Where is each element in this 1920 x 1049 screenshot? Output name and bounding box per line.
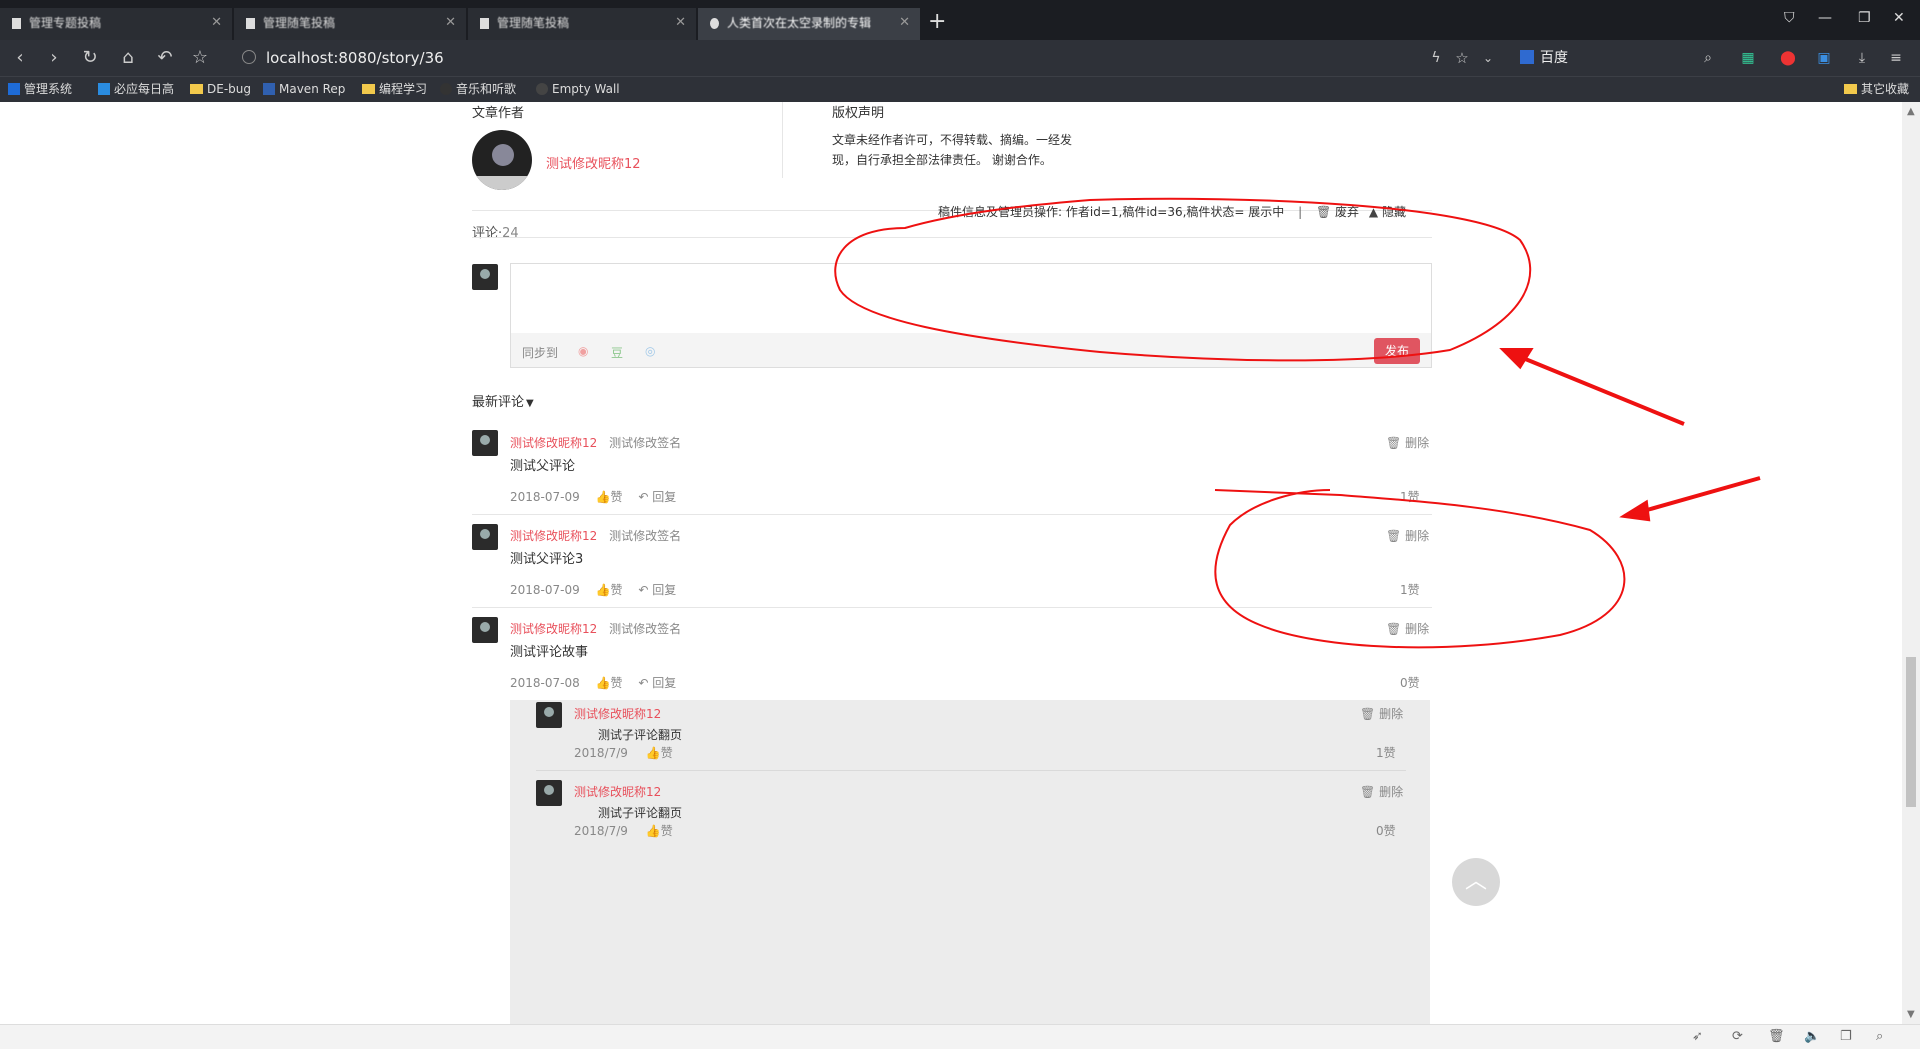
annotation-arrow <box>1639 476 1761 514</box>
refresh-icon[interactable]: ⟳ <box>1732 1029 1743 1044</box>
rocket-icon[interactable]: ➶ <box>1692 1029 1703 1044</box>
arrow-head <box>1499 348 1534 370</box>
status-bar: ➶ ⟳ 🗑 🔈 ❐ ⌕ <box>0 1024 1920 1049</box>
arrow-head <box>1619 499 1651 522</box>
zoom-icon[interactable]: ⌕ <box>1876 1029 1883 1044</box>
volume-icon[interactable]: 🔈 <box>1804 1029 1820 1044</box>
vertical-scrollbar[interactable]: ▲ ▼ <box>1902 102 1920 1024</box>
trash-icon[interactable]: 🗑 <box>1768 1029 1785 1044</box>
annotation-overlay <box>834 197 1761 649</box>
scrollbar-thumb[interactable] <box>1906 657 1916 807</box>
annotation-circle <box>834 197 1532 362</box>
annotation-arrow <box>1517 354 1685 426</box>
annotation-circle <box>1214 489 1626 649</box>
scroll-down-icon[interactable]: ▼ <box>1907 1009 1915 1020</box>
scroll-up-icon[interactable]: ▲ <box>1907 106 1915 117</box>
window-icon[interactable]: ❐ <box>1840 1029 1852 1044</box>
